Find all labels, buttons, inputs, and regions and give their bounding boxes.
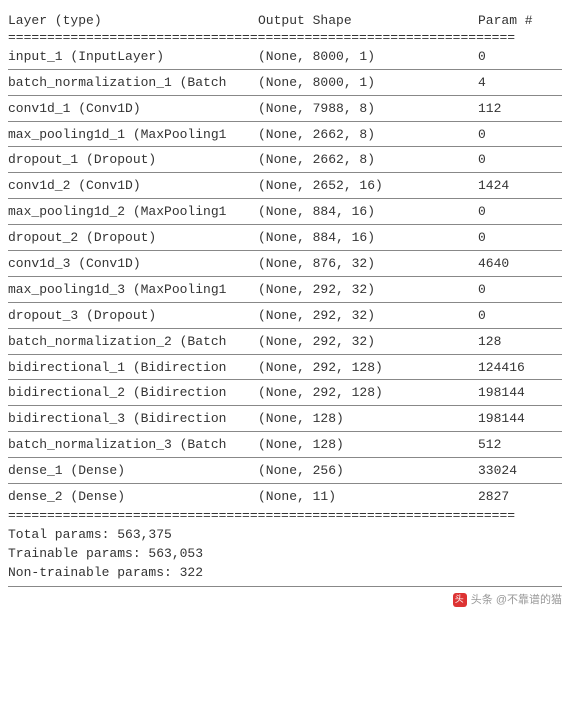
cell-layer: batch_normalization_1 (Batch	[8, 75, 258, 92]
header-layer: Layer (type)	[8, 13, 258, 30]
cell-shape: (None, 8000, 1)	[258, 75, 478, 92]
table-row: batch_normalization_1 (Batch(None, 8000,…	[8, 70, 562, 96]
table-row: bidirectional_2 (Bidirection(None, 292, …	[8, 380, 562, 406]
cell-param: 0	[478, 49, 562, 66]
cell-shape: (None, 292, 128)	[258, 385, 478, 402]
table-row: bidirectional_1 (Bidirection(None, 292, …	[8, 355, 562, 381]
cell-param: 198144	[478, 385, 562, 402]
divider-double-top: ========================================…	[8, 31, 562, 44]
table-row: input_1 (InputLayer)(None, 8000, 1)0	[8, 44, 562, 70]
table-row: dropout_2 (Dropout)(None, 884, 16)0	[8, 225, 562, 251]
cell-param: 1424	[478, 178, 562, 195]
cell-param: 4640	[478, 256, 562, 273]
summary-nontrainable: Non-trainable params: 322	[8, 564, 562, 583]
cell-layer: conv1d_2 (Conv1D)	[8, 178, 258, 195]
header-shape: Output Shape	[258, 13, 478, 30]
cell-layer: batch_normalization_2 (Batch	[8, 334, 258, 351]
cell-shape: (None, 2652, 16)	[258, 178, 478, 195]
table-row: batch_normalization_2 (Batch(None, 292, …	[8, 329, 562, 355]
cell-layer: input_1 (InputLayer)	[8, 49, 258, 66]
cell-shape: (None, 884, 16)	[258, 230, 478, 247]
cell-param: 128	[478, 334, 562, 351]
table-row: conv1d_2 (Conv1D)(None, 2652, 16)1424	[8, 173, 562, 199]
summary-block: Total params: 563,375 Trainable params: …	[8, 522, 562, 587]
model-summary-table: Layer (type) Output Shape Param # ======…	[8, 8, 562, 587]
cell-layer: max_pooling1d_2 (MaxPooling1	[8, 204, 258, 221]
cell-shape: (None, 292, 32)	[258, 334, 478, 351]
cell-layer: dropout_3 (Dropout)	[8, 308, 258, 325]
watermark: 头条 @不靠谱的猫	[8, 587, 562, 607]
cell-layer: conv1d_3 (Conv1D)	[8, 256, 258, 273]
watermark-text: 头条 @不靠谱的猫	[471, 593, 562, 607]
cell-shape: (None, 7988, 8)	[258, 101, 478, 118]
table-row: dropout_1 (Dropout)(None, 2662, 8)0	[8, 147, 562, 173]
table-row: conv1d_3 (Conv1D)(None, 876, 32)4640	[8, 251, 562, 277]
cell-shape: (None, 2662, 8)	[258, 152, 478, 169]
cell-layer: dropout_2 (Dropout)	[8, 230, 258, 247]
divider-double-bottom: ========================================…	[8, 509, 562, 522]
table-row: max_pooling1d_1 (MaxPooling1(None, 2662,…	[8, 122, 562, 148]
table-row: conv1d_1 (Conv1D)(None, 7988, 8)112	[8, 96, 562, 122]
cell-param: 0	[478, 230, 562, 247]
cell-layer: dense_1 (Dense)	[8, 463, 258, 480]
cell-shape: (None, 884, 16)	[258, 204, 478, 221]
cell-param: 0	[478, 152, 562, 169]
cell-layer: batch_normalization_3 (Batch	[8, 437, 258, 454]
cell-layer: bidirectional_3 (Bidirection	[8, 411, 258, 428]
cell-param: 0	[478, 127, 562, 144]
cell-layer: max_pooling1d_3 (MaxPooling1	[8, 282, 258, 299]
cell-param: 198144	[478, 411, 562, 428]
cell-layer: dense_2 (Dense)	[8, 489, 258, 506]
cell-param: 4	[478, 75, 562, 92]
cell-param: 512	[478, 437, 562, 454]
summary-total: Total params: 563,375	[8, 526, 562, 545]
table-header: Layer (type) Output Shape Param #	[8, 8, 562, 31]
cell-param: 0	[478, 204, 562, 221]
cell-param: 33024	[478, 463, 562, 480]
cell-param: 0	[478, 282, 562, 299]
cell-param: 0	[478, 308, 562, 325]
cell-layer: conv1d_1 (Conv1D)	[8, 101, 258, 118]
header-param: Param #	[478, 13, 562, 30]
summary-trainable: Trainable params: 563,053	[8, 545, 562, 564]
cell-shape: (None, 8000, 1)	[258, 49, 478, 66]
table-row: dropout_3 (Dropout)(None, 292, 32)0	[8, 303, 562, 329]
cell-layer: bidirectional_2 (Bidirection	[8, 385, 258, 402]
cell-param: 2827	[478, 489, 562, 506]
cell-shape: (None, 292, 128)	[258, 360, 478, 377]
toutiao-icon	[453, 593, 467, 607]
cell-shape: (None, 292, 32)	[258, 308, 478, 325]
table-row: dense_2 (Dense)(None, 11)2827	[8, 484, 562, 509]
cell-layer: dropout_1 (Dropout)	[8, 152, 258, 169]
table-row: batch_normalization_3 (Batch(None, 128)5…	[8, 432, 562, 458]
cell-shape: (None, 128)	[258, 437, 478, 454]
cell-shape: (None, 876, 32)	[258, 256, 478, 273]
cell-param: 124416	[478, 360, 562, 377]
cell-layer: bidirectional_1 (Bidirection	[8, 360, 258, 377]
table-row: max_pooling1d_3 (MaxPooling1(None, 292, …	[8, 277, 562, 303]
cell-param: 112	[478, 101, 562, 118]
table-row: dense_1 (Dense)(None, 256)33024	[8, 458, 562, 484]
cell-shape: (None, 2662, 8)	[258, 127, 478, 144]
cell-shape: (None, 292, 32)	[258, 282, 478, 299]
cell-shape: (None, 256)	[258, 463, 478, 480]
cell-layer: max_pooling1d_1 (MaxPooling1	[8, 127, 258, 144]
table-body: input_1 (InputLayer)(None, 8000, 1)0batc…	[8, 44, 562, 509]
cell-shape: (None, 128)	[258, 411, 478, 428]
table-row: max_pooling1d_2 (MaxPooling1(None, 884, …	[8, 199, 562, 225]
cell-shape: (None, 11)	[258, 489, 478, 506]
table-row: bidirectional_3 (Bidirection(None, 128)1…	[8, 406, 562, 432]
